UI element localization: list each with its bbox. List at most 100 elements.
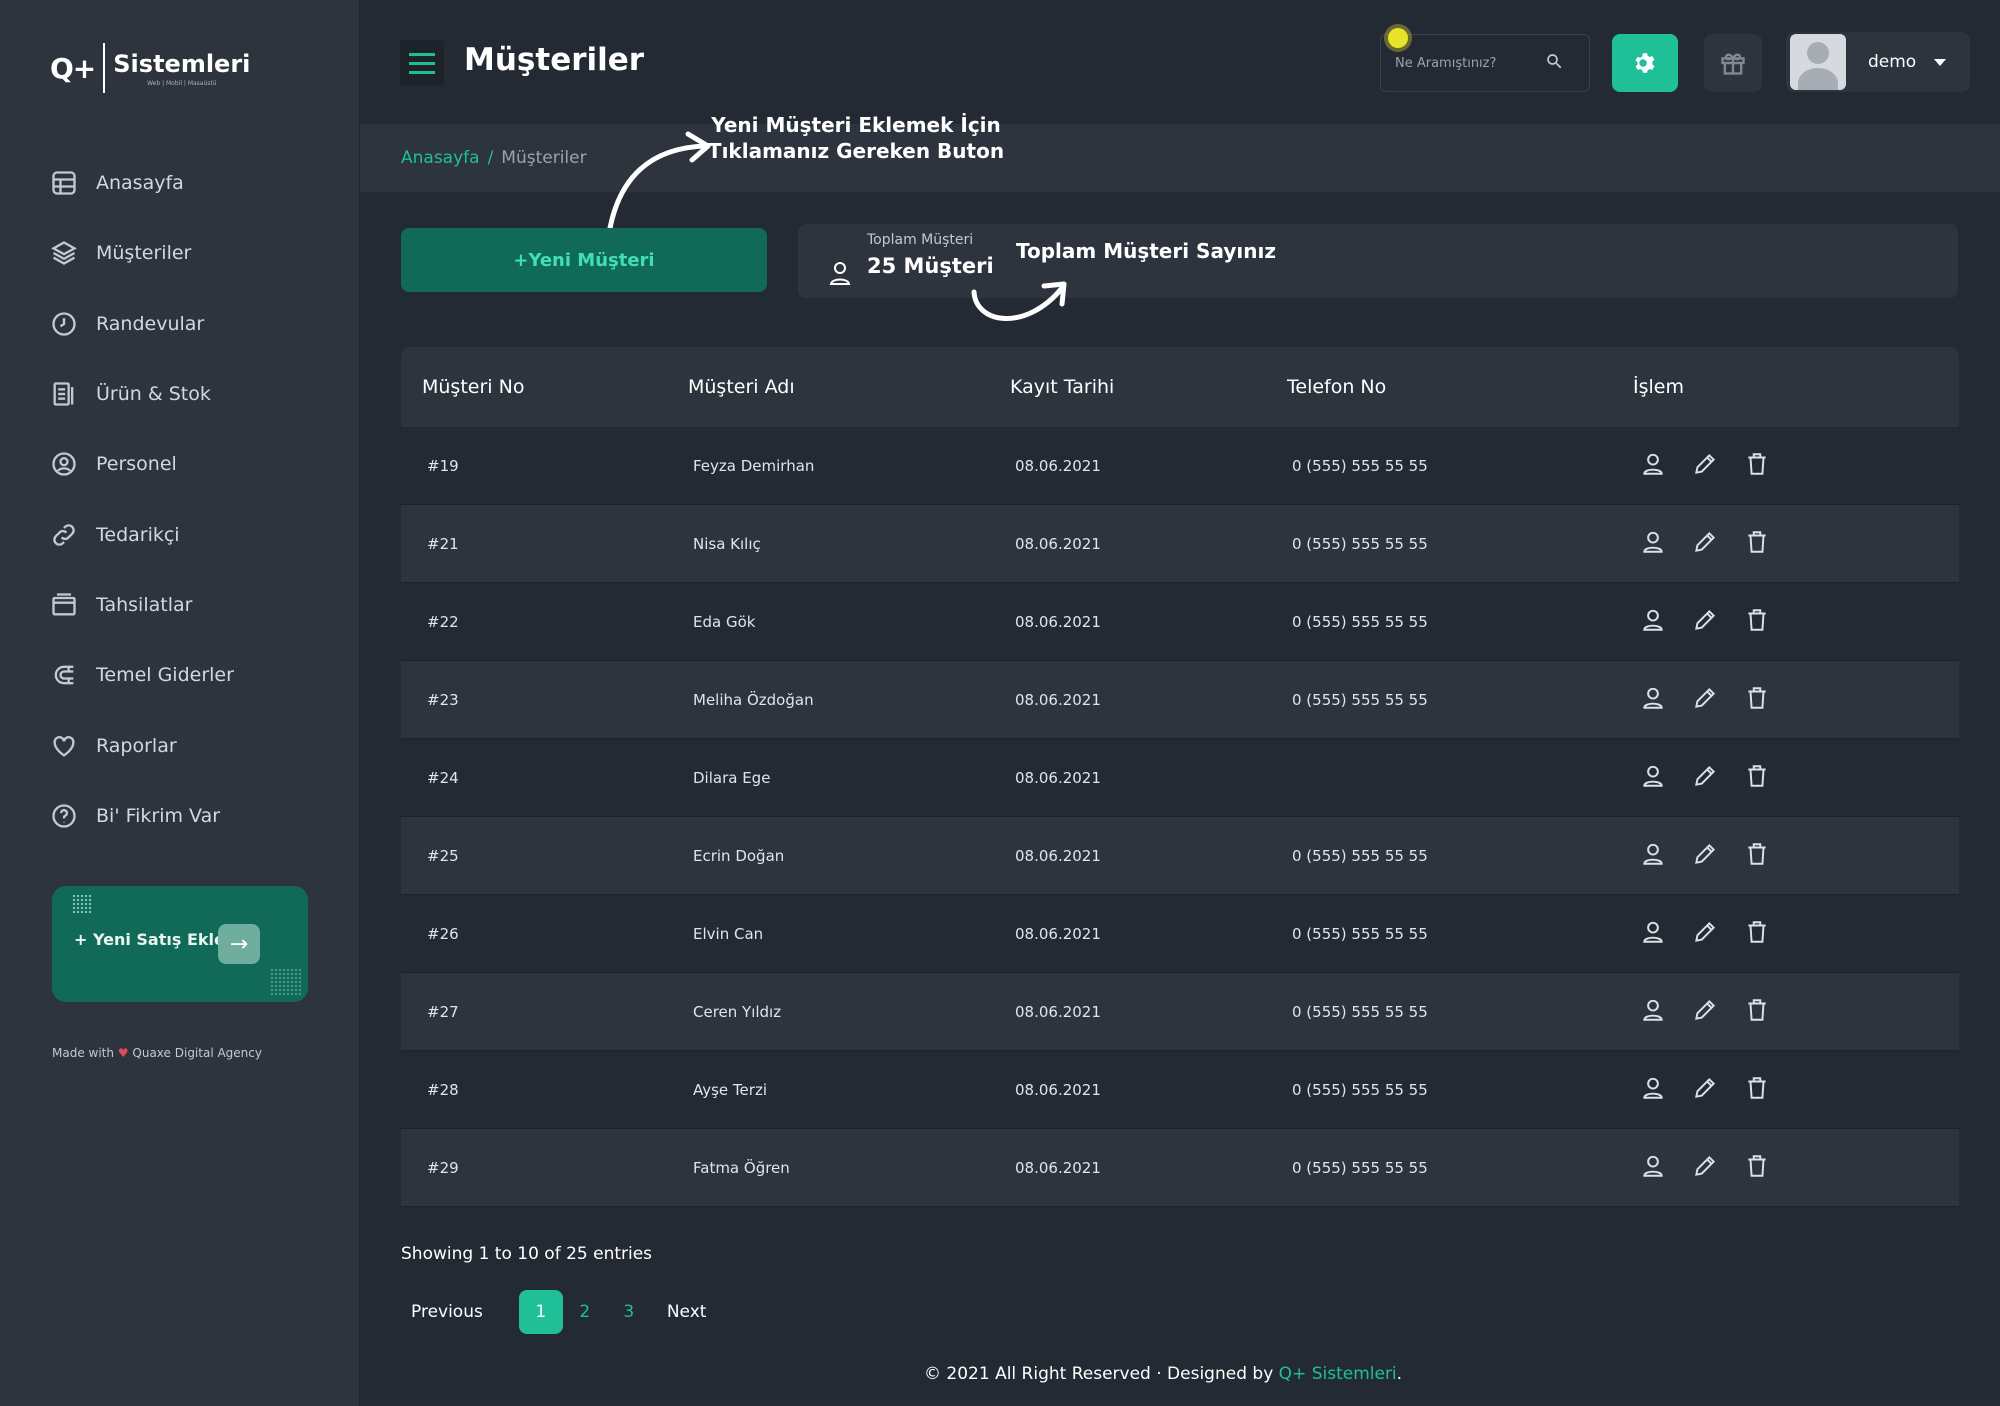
sidebar-item-musteriler[interactable]: Müşteriler [48,218,348,288]
table-row: #23 Meliha Özdoğan 08.06.2021 0 (555) 555 5… [401,661,1959,739]
gear-icon [1635,53,1655,73]
breadcrumb: Anasayfa / Müşteriler [401,148,587,168]
delete-customer-button[interactable] [1742,839,1772,869]
arrow-right-icon[interactable]: → [218,924,260,964]
settings-button[interactable] [1612,34,1678,92]
edit-customer-button[interactable] [1690,1151,1720,1181]
view-customer-button[interactable] [1638,527,1668,557]
page-button[interactable]: 3 [607,1290,651,1334]
trash-icon [1748,1155,1766,1177]
made-with-agency: Quaxe Digital Agency [132,1046,262,1060]
new-customer-button[interactable]: +Yeni Müşteri [401,228,767,292]
table-header: Müşteri No Müşteri Adı Kayıt Tarihi Tele… [401,347,1959,427]
view-customer-button[interactable] [1638,995,1668,1025]
edit-customer-button[interactable] [1690,527,1720,557]
row-actions [1638,1151,1772,1181]
sidebar-item-fikrim-var[interactable]: Bi' Fikrim Var [48,781,348,851]
column-header[interactable]: Müşteri No [422,376,524,398]
new-sale-card[interactable]: + Yeni Satış Ekle → [52,886,308,1002]
cell-no: #26 [427,925,459,943]
view-customer-button[interactable] [1638,605,1668,635]
sidebar-item-personel[interactable]: Personel [48,429,348,499]
menu-toggle-button[interactable] [400,40,444,86]
search-box[interactable] [1380,34,1590,92]
cell-no: #25 [427,847,459,865]
search-input[interactable] [1395,55,1545,71]
sidebar-item-randevular[interactable]: Randevular [48,289,348,359]
view-customer-button[interactable] [1638,917,1668,947]
view-customer-button[interactable] [1638,683,1668,713]
edit-customer-button[interactable] [1690,839,1720,869]
cell-name: Feyza Demirhan [693,457,815,475]
sidebar-item-tedarikci[interactable]: Tedarikçi [48,499,348,569]
delete-customer-button[interactable] [1742,605,1772,635]
pagination: Previous 1 2 3 Next [401,1290,706,1334]
logo-tagline: Web | Mobil | Masaüstü [147,79,217,87]
cell-name: Nisa Kılıç [693,535,761,553]
previous-page-button[interactable]: Previous [411,1302,483,1322]
user-icon [1643,687,1663,709]
sidebar-item-urun-stok[interactable]: Ürün & Stok [48,359,348,429]
edit-customer-button[interactable] [1690,1073,1720,1103]
user-icon [1643,765,1663,787]
edit-customer-button[interactable] [1690,605,1720,635]
delete-customer-button[interactable] [1742,995,1772,1025]
delete-customer-button[interactable] [1742,449,1772,479]
view-customer-button[interactable] [1638,761,1668,791]
edit-customer-button[interactable] [1690,761,1720,791]
view-customer-button[interactable] [1638,449,1668,479]
page-button[interactable]: 1 [518,1290,563,1334]
heart-icon: ♥ [117,1046,129,1060]
breadcrumb-separator: / [487,148,494,168]
edit-customer-button[interactable] [1690,449,1720,479]
user-icon [1643,1077,1663,1099]
cell-phone: 0 (555) 555 55 55 [1292,925,1428,943]
brand-logo[interactable]: Q+ Sistemleri Web | Mobil | Masaüstü [50,42,250,94]
trash-icon [1748,531,1766,553]
view-customer-button[interactable] [1638,839,1668,869]
delete-customer-button[interactable] [1742,683,1772,713]
sidebar-item-label: Tedarikçi [96,523,180,546]
view-customer-button[interactable] [1638,1073,1668,1103]
view-customer-button[interactable] [1638,1151,1668,1181]
pencil-icon [1695,531,1716,552]
cell-name: Elvin Can [693,925,764,943]
column-header[interactable]: Telefon No [1287,376,1386,398]
search-icon[interactable] [1545,52,1563,74]
sidebar-item-tahsilatlar[interactable]: Tahsilatlar [48,570,348,640]
edit-customer-button[interactable] [1690,995,1720,1025]
delete-customer-button[interactable] [1742,527,1772,557]
user-menu[interactable]: demo [1786,32,1970,92]
table-row: #28 Ayşe Terzi 08.06.2021 0 (555) 555 55 55 [401,1051,1959,1129]
delete-customer-button[interactable] [1742,917,1772,947]
delete-customer-button[interactable] [1742,761,1772,791]
avatar [1790,34,1846,90]
footer-brand-link[interactable]: Q+ Sistemleri [1279,1364,1397,1384]
sidebar-item-label: Tahsilatlar [96,593,193,616]
user-icon [1643,843,1663,865]
sidebar-item-raporlar[interactable]: Raporlar [48,710,348,780]
sidebar-item-label: Personel [96,453,177,476]
breadcrumb-home-link[interactable]: Anasayfa [401,148,480,168]
notification-dot [1388,28,1408,48]
next-page-button[interactable]: Next [667,1302,707,1322]
column-header[interactable]: Müşteri Adı [688,376,795,398]
cell-phone: 0 (555) 555 55 55 [1292,847,1428,865]
user-name: demo [1868,52,1917,72]
row-actions [1638,605,1772,635]
annotation-new-button-hint: Yeni Müşteri Eklemek İçin Tıklamanız Ger… [700,112,1012,164]
sidebar-item-temel-giderler[interactable]: Temel Giderler [48,640,348,710]
cell-date: 08.06.2021 [1015,1159,1101,1177]
delete-customer-button[interactable] [1742,1073,1772,1103]
entries-info: Showing 1 to 10 of 25 entries [401,1244,653,1264]
delete-customer-button[interactable] [1742,1151,1772,1181]
edit-customer-button[interactable] [1690,917,1720,947]
sidebar-item-anasayfa[interactable]: Anasayfa [48,148,348,218]
column-header[interactable]: Kayıt Tarihi [1010,376,1114,398]
sidebar-item-label: Bi' Fikrim Var [96,804,221,827]
page-button[interactable]: 2 [563,1290,607,1334]
gift-button[interactable] [1704,34,1762,92]
pencil-icon [1695,999,1716,1020]
edit-customer-button[interactable] [1690,683,1720,713]
logo-divider [103,43,106,93]
